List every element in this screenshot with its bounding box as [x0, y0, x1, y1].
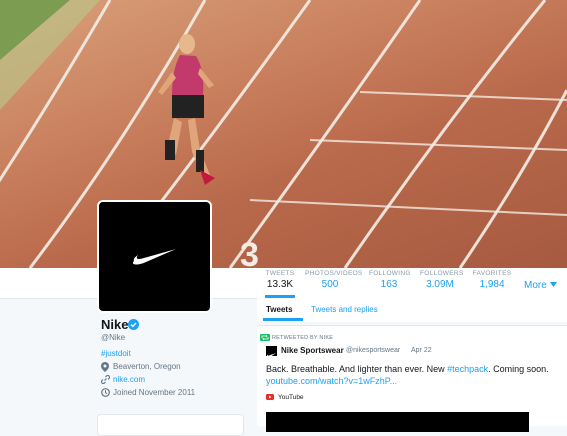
location-pin-icon [101, 362, 109, 372]
tab-tweets-and-replies[interactable]: Tweets and replies [311, 305, 378, 314]
youtube-icon [266, 394, 274, 400]
verified-badge-icon [128, 319, 139, 330]
stat-following[interactable]: FOLLOWING 163 [369, 270, 411, 290]
tweet-card[interactable]: RETWEETED BY NIKE Nike Sportswear @nikes… [257, 325, 567, 432]
media-source-label: YouTube [278, 394, 304, 401]
tweet-text: Back. Breathable. And lighter than ever.… [266, 364, 561, 374]
stat-label: TWEETS [265, 270, 295, 277]
stat-value: 500 [321, 279, 339, 290]
tweet-text-part: . Coming soon. [488, 364, 549, 374]
location-text: Beaverton, Oregon [113, 362, 181, 371]
sidebar-card [97, 414, 244, 436]
more-button[interactable]: More [524, 280, 547, 291]
stat-value: 1,984 [479, 279, 505, 290]
tweet-author-handle[interactable]: @nikesportswear [346, 347, 400, 354]
stat-tweets[interactable]: TWEETS 13.3K [265, 270, 295, 298]
link-icon [101, 375, 110, 384]
track-number: 3 [240, 236, 259, 268]
stat-photos-videos[interactable]: PHOTOS/VIDEOS 500 [305, 270, 363, 290]
nike-swoosh-logo [266, 353, 276, 358]
tweet-author-avatar[interactable] [266, 346, 277, 358]
tweet-link[interactable]: youtube.com/watch?v=1wFzhP... [266, 376, 397, 386]
tweet-author-name[interactable]: Nike Sportswear [281, 346, 344, 355]
stat-label: FAVORITES [472, 270, 512, 277]
joined-text: Joined November 2011 [113, 388, 196, 397]
chevron-down-icon[interactable] [550, 282, 557, 287]
active-tab-indicator [263, 318, 303, 321]
stat-followers[interactable]: FOLLOWERS 3.09M [420, 270, 464, 290]
website-link[interactable]: nike.com [113, 375, 145, 384]
stat-value: 163 [380, 279, 398, 290]
runner-figure [158, 34, 215, 185]
retweet-icon [260, 334, 270, 341]
video-player[interactable] [266, 412, 529, 432]
tweet-hashtag[interactable]: #techpack [447, 364, 488, 374]
stat-label: PHOTOS/VIDEOS [305, 270, 363, 277]
stat-favorites[interactable]: FAVORITES 1,984 [472, 270, 512, 290]
stat-label: FOLLOWING [369, 270, 411, 277]
stat-label: FOLLOWERS [420, 270, 464, 277]
timeline-tabs: Tweets Tweets and replies [257, 298, 567, 322]
clock-icon [101, 388, 110, 397]
profile-name: Nike [101, 317, 129, 332]
bio-hashtag[interactable]: #justdoit [101, 349, 131, 358]
avatar[interactable] [97, 200, 212, 313]
retweeted-by-label: RETWEETED BY NIKE [272, 335, 334, 341]
tweet-timestamp[interactable]: Apr 22 [411, 347, 432, 354]
profile-banner: 3 [0, 0, 567, 268]
stat-value: 3.09M [426, 279, 454, 290]
nike-swoosh-logo [132, 249, 176, 265]
tab-tweets[interactable]: Tweets [266, 305, 293, 314]
stat-value: 13.3K [266, 279, 294, 290]
tweet-text-part: Back. Breathable. And lighter than ever.… [266, 364, 448, 374]
profile-handle: @Nike [101, 333, 126, 342]
profile-nav: TWEETS 13.3K PHOTOS/VIDEOS 500 FOLLOWING… [0, 268, 567, 299]
